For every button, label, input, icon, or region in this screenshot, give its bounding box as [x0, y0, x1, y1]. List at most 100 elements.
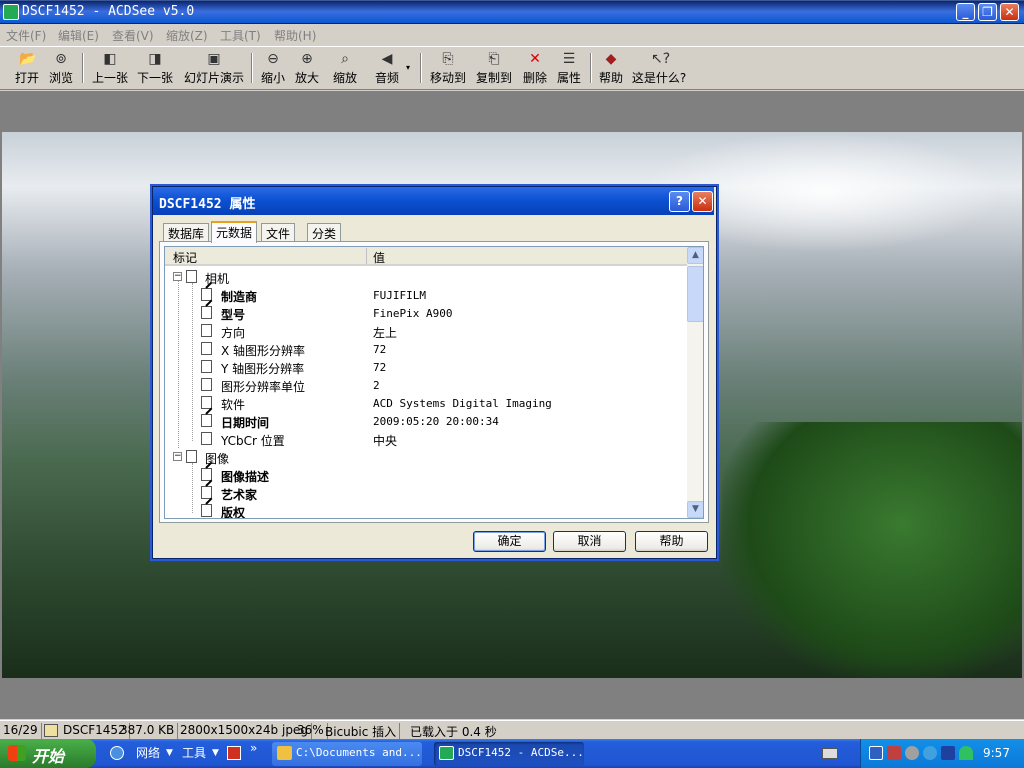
dialog-titlebar[interactable]: DSCF1452 属性 ? ✕ — [153, 187, 714, 215]
acdsee-app-icon[interactable] — [3, 4, 19, 20]
tag-label: 软件 — [221, 398, 246, 412]
toolbar-properties-button[interactable]: ☰ 属性 — [554, 51, 584, 89]
metadata-row[interactable]: 艺术家 — [165, 484, 687, 502]
dialog-title: DSCF1452 属性 — [159, 197, 256, 212]
tree-group-camera[interactable]: − 相机 — [165, 268, 687, 286]
vertical-scrollbar[interactable]: ▲ ▼ — [687, 247, 703, 518]
metadata-row[interactable]: 方向 左上 — [165, 322, 687, 340]
tag-label: X 轴图形分辨率 — [221, 344, 306, 358]
ok-button[interactable]: 确定 — [473, 531, 546, 552]
toolbar-browse-button[interactable]: ⊚ 浏览 — [46, 51, 76, 89]
tag-value: FUJIFILM — [373, 289, 426, 302]
dialog-close-button[interactable]: ✕ — [692, 191, 713, 212]
status-dimensions: 2800x1500x24b jpeg — [177, 723, 312, 739]
metadata-row[interactable]: 图像描述 — [165, 466, 687, 484]
column-header-value[interactable]: 值 — [373, 249, 385, 266]
tag-value: 2009:05:20 20:00:34 — [373, 415, 499, 428]
column-header-tag[interactable]: 标记 — [173, 249, 197, 266]
toolbar-whats-this-button[interactable]: ↖? 这是什么? — [630, 51, 688, 89]
zoom-out-icon: ⊖ — [267, 51, 279, 67]
column-separator[interactable] — [366, 248, 367, 264]
tab-file[interactable]: 文件 — [261, 223, 296, 242]
menu-help[interactable]: 帮助(H) — [274, 27, 316, 44]
metadata-row[interactable]: Y 轴图形分辨率 72 — [165, 358, 687, 376]
toolbar-move-to-button[interactable]: ⎘ 移动到 — [428, 51, 468, 89]
quicklaunch-network[interactable]: 网络 — [136, 744, 160, 761]
toolbar-next-button[interactable]: ◨ 下一张 — [135, 51, 175, 89]
update-icon[interactable] — [923, 746, 937, 760]
toolbar-open-button[interactable]: 📂 打开 — [12, 51, 42, 89]
metadata-list[interactable]: 标记 值 − 相机 制造商 FUJIFILM 型号 FinePix A900 方向 左… — [164, 246, 704, 519]
minimize-button[interactable]: _ — [956, 3, 975, 21]
metadata-row[interactable]: 软件 ACD Systems Digital Imaging — [165, 394, 687, 412]
status-bar: 16/29 DSCF1452 387.0 KB 2800x1500x24b jp… — [0, 720, 1024, 739]
metadata-row[interactable]: 图形分辨率单位 2 — [165, 376, 687, 394]
metadata-row[interactable]: YCbCr 位置 中央 — [165, 430, 687, 448]
next-image-icon: ◨ — [148, 51, 162, 67]
menu-file[interactable]: 文件(F) — [6, 27, 46, 44]
antivirus-icon[interactable] — [941, 746, 955, 760]
quicklaunch-overflow[interactable]: » — [250, 741, 257, 755]
ie-icon[interactable] — [110, 746, 124, 760]
binoculars-icon: ⊚ — [55, 51, 67, 67]
menu-edit[interactable]: 编辑(E) — [58, 27, 99, 44]
chevron-down-icon[interactable]: ▼ — [166, 748, 173, 758]
list-header: 标记 值 — [165, 247, 687, 266]
toolbar-prev-button[interactable]: ◧ 上一张 — [90, 51, 130, 89]
toolbar-help-button[interactable]: ◆ 帮助 — [596, 51, 626, 89]
tag-label: 版权 — [221, 506, 246, 519]
toolbar-slideshow-button[interactable]: ▣ 幻灯片演示 — [182, 51, 246, 89]
quicklaunch-tools[interactable]: 工具 — [182, 744, 206, 761]
toolbar-zoom-out-button[interactable]: ⊖ 缩小 — [258, 51, 288, 89]
tab-database[interactable]: 数据库 — [163, 223, 210, 242]
taskbar-explorer-button[interactable]: C:\Documents and... — [272, 742, 422, 766]
tree-group-image[interactable]: − 图像 — [165, 448, 687, 466]
toolbar-zoom-button[interactable]: ⌕ 缩放 — [330, 51, 360, 89]
toolbar-label: 下一张 — [136, 71, 173, 85]
window-titlebar[interactable]: DSCF1452 - ACDSee v5.0 _ ❐ ✕ — [0, 0, 1024, 24]
scroll-up-arrow-icon[interactable]: ▲ — [687, 247, 703, 264]
start-button[interactable]: 开始 — [0, 739, 96, 768]
jpeg-file-icon — [44, 724, 58, 737]
copy-to-icon: ⎗ — [488, 51, 500, 67]
tag-label: 图像描述 — [221, 470, 270, 484]
chevron-down-icon[interactable]: ▼ — [212, 748, 219, 758]
restore-button[interactable]: ❐ — [978, 3, 997, 21]
settings-icon[interactable] — [905, 746, 919, 760]
toolbar-copy-to-button[interactable]: ⎗ 复制到 — [474, 51, 514, 89]
move-to-icon: ⎘ — [442, 51, 454, 67]
menu-zoom[interactable]: 缩放(Z) — [166, 27, 208, 44]
collapse-toggle-icon[interactable]: − — [173, 452, 182, 461]
network-icon[interactable] — [869, 746, 883, 760]
tab-category[interactable]: 分类 — [307, 223, 342, 242]
metadata-row[interactable]: 版权 — [165, 502, 687, 519]
security-alert-icon[interactable] — [887, 746, 901, 760]
scrollbar-thumb[interactable] — [687, 266, 703, 322]
keyboard-icon[interactable] — [822, 748, 838, 759]
metadata-row[interactable]: 制造商 FUJIFILM — [165, 286, 687, 304]
help-book-icon: ◆ — [605, 51, 617, 67]
metadata-row[interactable]: X 轴图形分辨率 72 — [165, 340, 687, 358]
menu-view[interactable]: 查看(V) — [112, 27, 154, 44]
toolbar-delete-button[interactable]: ✕ 删除 — [520, 51, 550, 89]
collapse-toggle-icon[interactable]: − — [173, 272, 182, 281]
metadata-row[interactable]: 型号 FinePix A900 — [165, 304, 687, 322]
document-icon — [201, 378, 212, 391]
toolbar-zoom-in-button[interactable]: ⊕ 放大 — [292, 51, 322, 89]
metadata-row[interactable]: 日期时间 2009:05:20 20:00:34 — [165, 412, 687, 430]
audio-dropdown-arrow-icon[interactable]: ▾ — [406, 63, 410, 72]
cancel-button[interactable]: 取消 — [553, 531, 626, 552]
taskbar-acdsee-button[interactable]: DSCF1452 - ACDSe... — [434, 742, 584, 766]
menu-tools[interactable]: 工具(T) — [220, 27, 261, 44]
app-shortcut-icon[interactable] — [227, 746, 241, 760]
close-button[interactable]: ✕ — [1000, 3, 1019, 21]
help-button[interactable]: 帮助 — [635, 531, 708, 552]
scroll-down-arrow-icon[interactable]: ▼ — [687, 501, 703, 518]
document-icon — [201, 324, 212, 337]
umbrella-icon[interactable] — [959, 746, 973, 760]
toolbar-audio-button[interactable]: ◀ 音频 — [372, 51, 402, 89]
folder-icon — [277, 746, 292, 760]
clock[interactable]: 9:57 — [983, 746, 1010, 760]
tab-metadata[interactable]: 元数据 — [211, 221, 258, 243]
dialog-help-button[interactable]: ? — [669, 191, 690, 212]
